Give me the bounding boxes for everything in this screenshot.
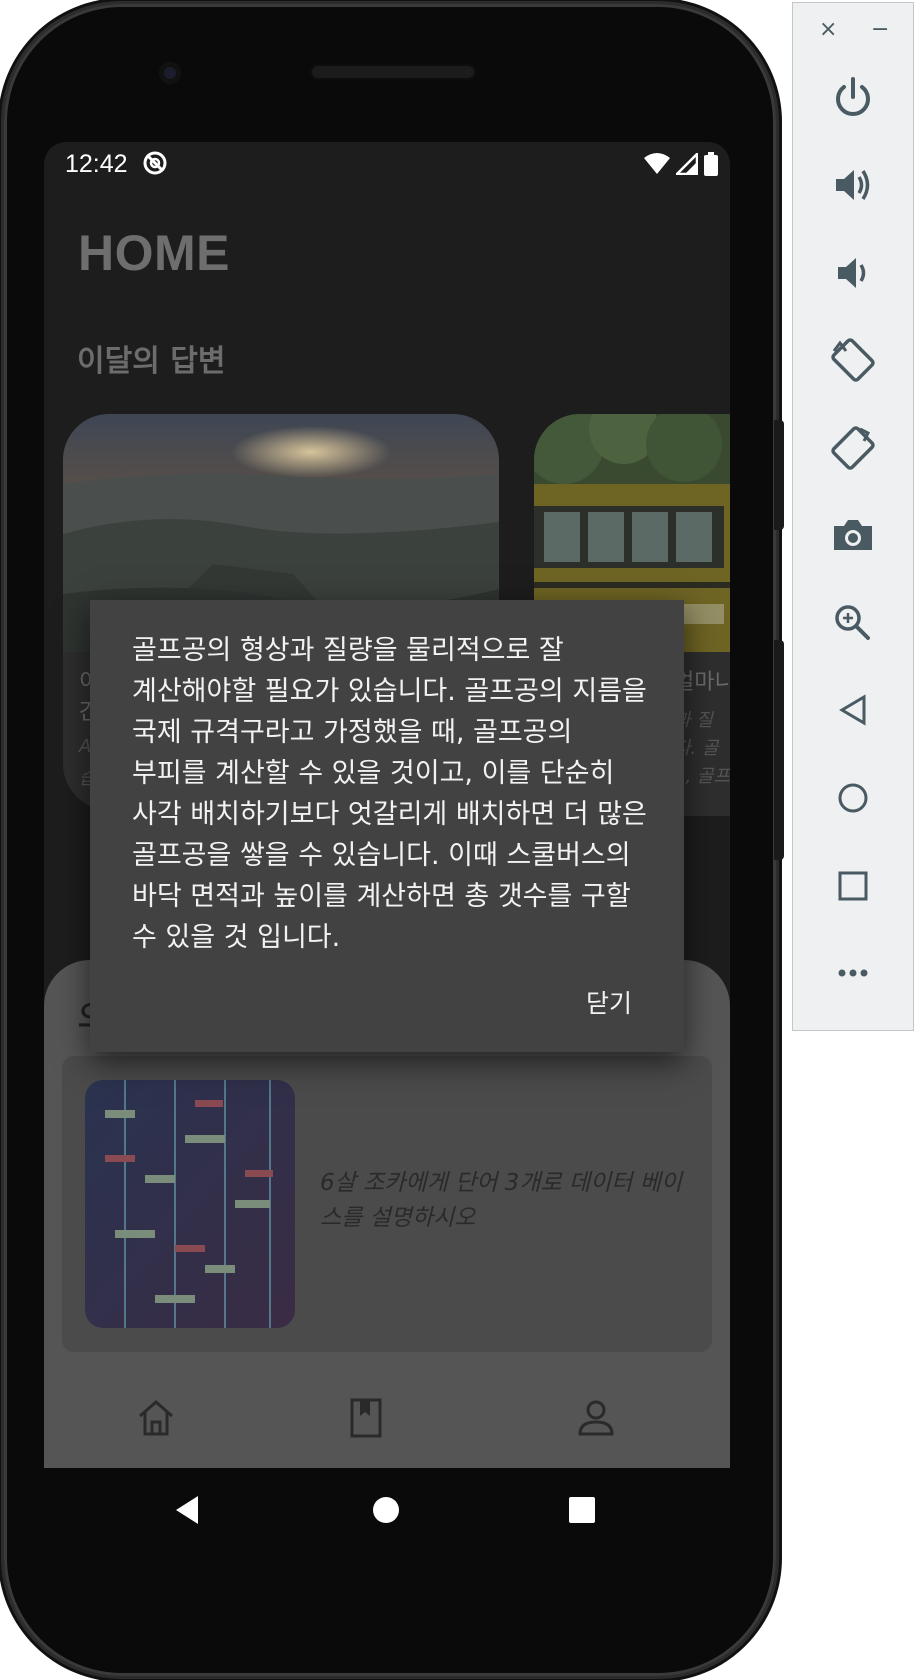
emulator-close-button[interactable]: × bbox=[819, 17, 837, 42]
emulator-minimize-button[interactable]: − bbox=[871, 17, 889, 42]
question-text: 6살 조카에게 단어 3개로 데이터 베이스를 설명하시오 bbox=[320, 1170, 683, 1231]
cellular-signal-icon bbox=[676, 153, 698, 175]
phone-volume-key bbox=[774, 640, 784, 860]
earpiece-speaker bbox=[310, 64, 476, 80]
person-icon[interactable] bbox=[572, 1394, 620, 1442]
phone-power-key bbox=[774, 420, 784, 530]
rotate-right-icon[interactable] bbox=[826, 421, 880, 475]
dialog-body-text: 골프공의 형상과 질량을 물리적으로 잘 계산해야할 필요가 있습니다. 골프공… bbox=[132, 635, 647, 953]
rotate-left-icon[interactable] bbox=[826, 333, 880, 387]
home-icon[interactable] bbox=[132, 1394, 180, 1442]
system-back-icon[interactable] bbox=[164, 1486, 212, 1534]
power-icon[interactable] bbox=[826, 71, 880, 125]
volume-up-icon[interactable] bbox=[826, 158, 880, 212]
bottom-navigation bbox=[44, 1374, 730, 1468]
book-icon[interactable] bbox=[342, 1394, 390, 1442]
zoom-icon[interactable] bbox=[826, 596, 880, 650]
camera-icon[interactable] bbox=[826, 508, 880, 562]
status-time: 12:42 bbox=[65, 150, 128, 178]
battery-icon bbox=[704, 152, 718, 176]
page-title: HOME bbox=[78, 225, 230, 281]
section-title-monthly-answers: 이달의 답변 bbox=[77, 344, 226, 379]
system-overview-icon[interactable] bbox=[558, 1486, 606, 1534]
overview-icon[interactable] bbox=[826, 859, 880, 913]
home-circle-icon[interactable] bbox=[826, 771, 880, 825]
answer-dialog: 골프공의 형상과 질량을 물리적으로 잘 계산해야할 필요가 있습니다. 골프공… bbox=[90, 600, 684, 1052]
volume-down-icon[interactable] bbox=[826, 246, 880, 300]
status-bar: 12:42 bbox=[44, 142, 730, 186]
dialog-close-button[interactable]: 닫기 bbox=[586, 984, 632, 1020]
system-home-icon[interactable] bbox=[362, 1486, 410, 1534]
front-camera bbox=[159, 62, 181, 84]
more-icon[interactable] bbox=[826, 946, 880, 1000]
question-card[interactable]: 6살 조카에게 단어 3개로 데이터 베이스를 설명하시오 bbox=[62, 1056, 712, 1352]
system-navigation-bar bbox=[44, 1468, 730, 1552]
wifi-icon bbox=[644, 153, 670, 174]
sync-icon bbox=[143, 151, 167, 175]
emulator-toolbar: × − bbox=[792, 2, 914, 1031]
back-icon[interactable] bbox=[826, 683, 880, 737]
question-thumbnail-database bbox=[85, 1080, 295, 1328]
